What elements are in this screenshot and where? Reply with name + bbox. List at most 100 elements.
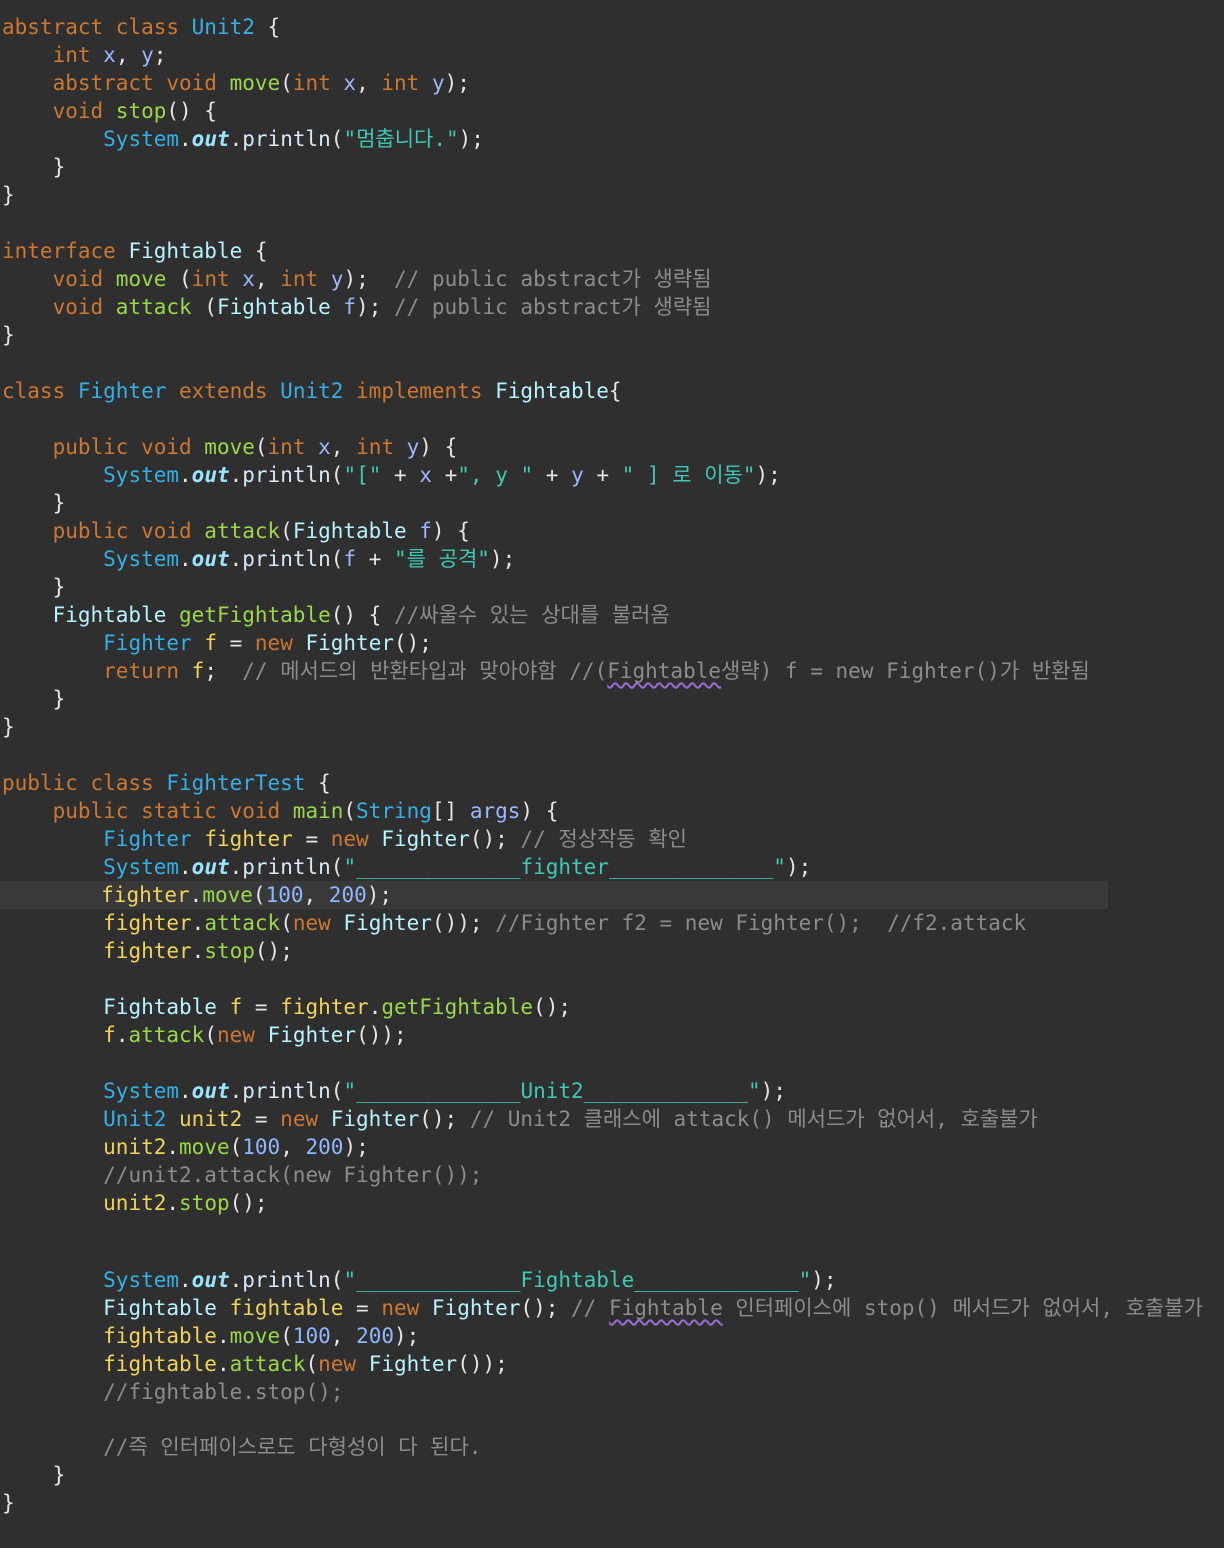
code-line[interactable]: class Fighter extends Unit2 implements F… — [2, 377, 622, 405]
code-line[interactable]: interface Fightable { — [2, 237, 268, 265]
code-token: ); — [366, 883, 393, 907]
code-token: y — [571, 463, 584, 487]
code-token: , — [330, 1324, 357, 1348]
code-line[interactable]: } — [2, 713, 15, 741]
code-token: y — [141, 43, 154, 67]
code-line[interactable]: f.attack(new Fighter()); — [2, 1021, 407, 1049]
code-line[interactable]: abstract class Unit2 { — [2, 13, 280, 41]
code-line[interactable]: Unit2 unit2 = new Fighter(); // Unit2 클래… — [2, 1105, 1038, 1133]
code-token: 인터페이스에 stop() 메서드가 없어서, 호출불가 — [722, 1296, 1203, 1320]
code-token: Fighter — [103, 631, 205, 655]
code-token: ", y " — [457, 463, 534, 487]
code-token: ( — [330, 463, 344, 487]
code-token: System — [103, 1268, 180, 1292]
code-token: (); — [419, 1107, 470, 1131]
code-line[interactable]: void attack (Fightable f); // public abs… — [2, 293, 712, 321]
code-line[interactable]: //fightable.stop(); — [2, 1378, 343, 1406]
code-line[interactable]: } — [2, 489, 66, 517]
code-line[interactable]: unit2.move(100, 200); — [2, 1133, 369, 1161]
code-line[interactable]: return f; // 메서드의 반환타입과 맞아야함 //(Fightabl… — [2, 657, 1090, 685]
code-token: // Unit2 클래스에 attack() 메서드가 없어서, 호출불가 — [469, 1107, 1038, 1131]
code-token: ); — [760, 1079, 786, 1103]
code-token: Fightable — [103, 1296, 230, 1320]
code-line[interactable]: fighter.attack(new Fighter()); //Fighter… — [2, 909, 1026, 937]
code-token: move — [229, 1324, 281, 1348]
code-token: unit2 — [179, 1107, 243, 1131]
code-token: new — [318, 1352, 369, 1376]
code-token: new — [254, 631, 306, 655]
code-line[interactable]: } — [2, 1489, 15, 1517]
code-line[interactable]: Fighter fighter = new Fighter(); // 정상작동… — [2, 825, 687, 853]
code-token: ( — [191, 295, 217, 319]
code-token: // — [571, 1296, 609, 1320]
code-token: // public abstract가 생략됨 — [393, 295, 712, 319]
code-token: out — [191, 127, 230, 151]
code-token: } — [2, 575, 66, 599]
code-line[interactable]: fighter.stop(); — [2, 937, 293, 965]
code-token: ); — [343, 267, 395, 291]
code-token: , — [356, 71, 382, 95]
code-line[interactable]: //unit2.attack(new Fighter()); — [2, 1161, 482, 1189]
code-token: ( — [229, 1135, 243, 1159]
code-line[interactable]: void move (int x, int y); // public abst… — [2, 265, 712, 293]
code-token: . — [229, 127, 243, 151]
code-token: move — [204, 435, 255, 459]
code-token: new — [381, 1296, 432, 1320]
code-token: 생략) f = new Fighter()가 반환됨 — [721, 659, 1090, 683]
code-token: ( — [280, 519, 293, 543]
code-token: f — [343, 295, 357, 319]
code-line[interactable]: System.out.println("_____________Unit2__… — [2, 1077, 786, 1105]
code-token: attack — [204, 911, 281, 935]
code-token: int — [292, 71, 344, 95]
code-line[interactable]: System.out.println(f + "를 공격"); — [2, 545, 515, 573]
code-line[interactable]: } — [2, 153, 66, 181]
code-line[interactable]: } — [2, 685, 66, 713]
code-token: Unit2 — [103, 1107, 180, 1131]
code-line[interactable]: Fightable f = fighter.getFightable(); — [2, 993, 571, 1021]
code-token: ( — [252, 883, 266, 907]
code-token: " ] 로 이동" — [621, 463, 756, 487]
code-token: . — [216, 1324, 230, 1348]
code-line[interactable]: public class FighterTest { — [2, 769, 331, 797]
code-line[interactable]: abstract void move(int x, int y); — [2, 69, 470, 97]
code-line[interactable]: System.out.println("멈춥니다."); — [2, 125, 484, 153]
code-line[interactable]: Fightable getFightable() { //싸울수 있는 상대를 … — [2, 601, 670, 629]
code-line[interactable]: System.out.println("_____________fighter… — [2, 853, 811, 881]
code-line[interactable]: System.out.println("_____________Fightab… — [2, 1266, 836, 1294]
code-line[interactable]: } — [2, 573, 66, 601]
code-editor[interactable]: abstract class Unit2 { int x, y; abstrac… — [0, 0, 1224, 1548]
code-token: unit2 — [103, 1135, 167, 1159]
code-line[interactable]: public void move(int x, int y) { — [2, 433, 458, 461]
code-token: //즉 인터페이스로도 다형성이 다 된다. — [103, 1435, 482, 1459]
code-line[interactable]: public void attack(Fightable f) { — [2, 517, 470, 545]
current-code-line[interactable]: fighter.move(100, 200); — [0, 881, 1108, 909]
code-line[interactable]: fightable.attack(new Fighter()); — [2, 1350, 508, 1378]
code-line[interactable]: void stop() { — [2, 97, 217, 125]
code-line[interactable]: int x, y; — [2, 41, 167, 69]
code-token: } — [2, 1491, 15, 1515]
code-line[interactable]: Fighter f = new Fighter(); — [2, 629, 432, 657]
code-token: f — [191, 659, 205, 683]
code-token: move — [179, 1135, 230, 1159]
code-line[interactable]: } — [2, 1461, 66, 1489]
code-token: ); — [489, 547, 516, 571]
code-line[interactable]: } — [2, 321, 15, 349]
code-token: println — [242, 855, 331, 879]
code-token: getFightable — [179, 603, 331, 627]
code-line[interactable]: //즉 인터페이스로도 다형성이 다 된다. — [2, 1433, 481, 1461]
code-line[interactable]: public static void main(String[] args) { — [2, 797, 559, 825]
code-token: + — [583, 463, 622, 487]
code-token: (); — [469, 827, 521, 851]
code-token: System — [103, 547, 180, 571]
code-line[interactable]: System.out.println("[" + x +", y " + y +… — [2, 461, 781, 489]
code-token: ( — [254, 435, 268, 459]
code-token: ) { — [419, 435, 458, 459]
code-line[interactable]: unit2.stop(); — [2, 1189, 267, 1217]
code-line[interactable]: Fightable fightable = new Fighter(); // … — [2, 1294, 1203, 1322]
code-line[interactable]: fightable.move(100, 200); — [2, 1322, 419, 1350]
code-line[interactable]: } — [2, 181, 15, 209]
